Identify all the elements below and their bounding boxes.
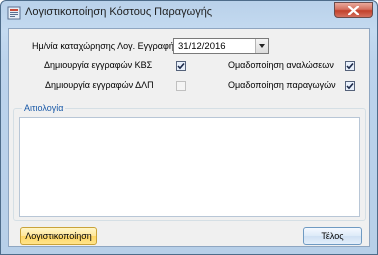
create-dlp-checkbox[interactable] [176,81,186,91]
create-kbs-label: Δημιουργία εγγραφών ΚΒΣ [44,60,153,70]
justification-textarea[interactable] [19,117,360,217]
justification-group: Αιτιολογία [13,103,366,221]
title-bar[interactable]: Λογιστικοποίηση Κόστους Παραγωγής [1,1,377,25]
window-title: Λογιστικοποίηση Κόστους Παραγωγής [25,6,213,18]
create-kbs-checkbox[interactable] [176,61,186,71]
close-icon [348,6,359,15]
chevron-down-icon [259,44,265,48]
check-icon [177,62,185,70]
ledger-app-icon [7,6,21,20]
posting-date-picker[interactable]: 31/12/2016 [173,38,269,54]
create-dlp-label: Δημιουργία εγγραφών ΔΛΠ [45,80,154,90]
close-button[interactable] [334,2,373,18]
posting-date-value[interactable]: 31/12/2016 [178,41,226,52]
post-button[interactable]: Λογιστικοποίηση [20,227,97,245]
check-icon [346,62,354,70]
justification-label: Αιτιολογία [22,103,66,113]
dialog-window: Λογιστικοποίηση Κόστους Παραγωγής Ημ/νία… [0,0,378,255]
end-button[interactable]: Τέλος [303,227,362,245]
date-label: Ημ/νία καταχώρησης Λογ. Εγγραφής [32,41,179,51]
date-dropdown-button[interactable] [255,39,268,53]
group-production-label: Ομαδοποίηση παραγωγών [228,80,336,90]
check-icon [346,82,354,90]
group-consumption-checkbox[interactable] [345,61,355,71]
dialog-body: Ημ/νία καταχώρησης Λογ. Εγγραφής 31/12/2… [8,28,370,247]
group-production-checkbox[interactable] [345,81,355,91]
group-consumption-label: Ομαδοποίηση αναλώσεων [228,60,334,70]
